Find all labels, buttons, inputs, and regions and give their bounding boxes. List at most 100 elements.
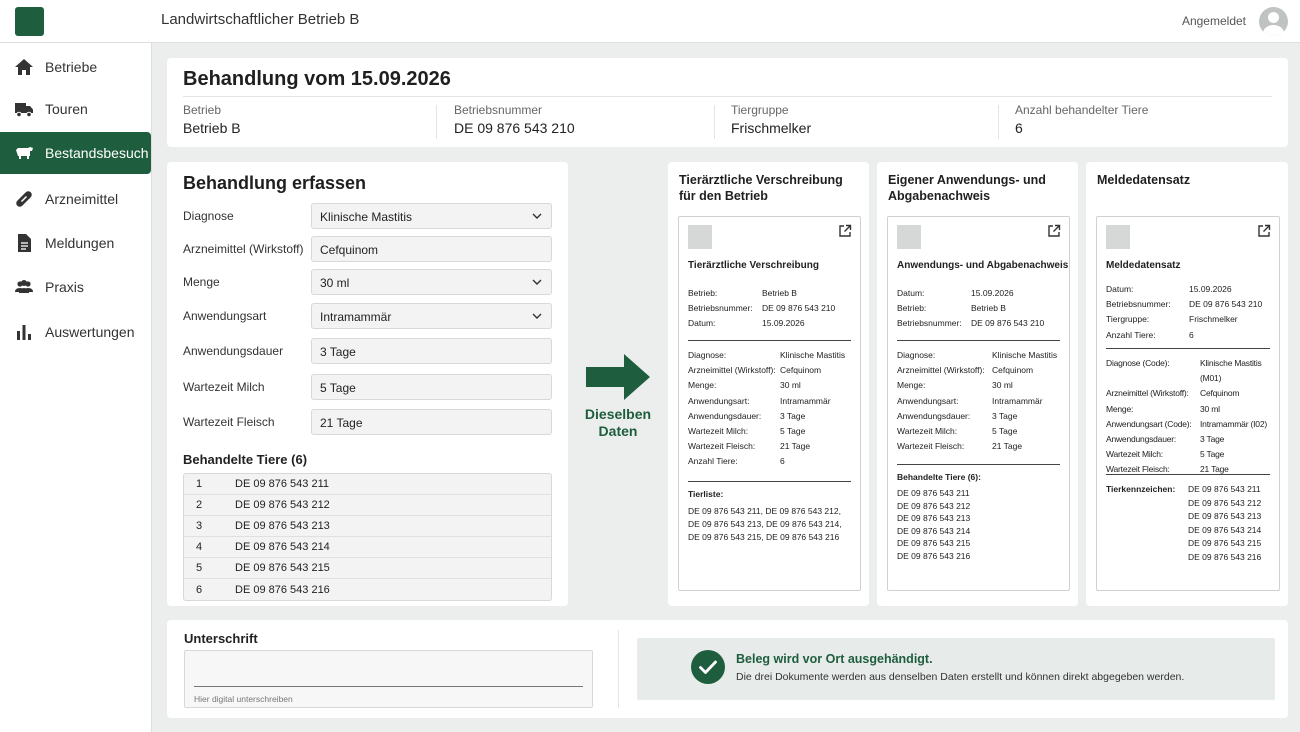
kv-key: Anwendungsart (Code): [1106,418,1192,429]
kv-key: Arzneimittel (Wirkstoff): [897,365,985,376]
doc-card-title: Tierärztliche Verschreibung für den Betr… [679,173,843,203]
diagnose-select[interactable]: Klinische Mastitis [311,203,552,229]
kv-key: Diagnose (Code): [1106,358,1170,368]
anwendungsdauer-input[interactable]: 3 Tage [311,338,552,364]
wartezeit-fleisch-input[interactable]: 21 Tage [311,409,552,435]
signature-pad[interactable]: Hier digital unterschreiben [184,650,593,708]
input-value: 21 Tage [320,416,363,430]
animal-id: DE 09 876 543 216 [235,583,330,596]
kv-key: Anzahl Tiere: [1106,329,1156,340]
app-logo[interactable] [15,7,44,36]
doc-list-title: Tierliste: [688,489,724,499]
cow-icon [16,147,33,159]
field-label: Wartezeit Fleisch [183,415,275,429]
kv-value: 6 [1189,329,1194,340]
field-arzneimittel: Arzneimittel (Wirkstoff) Cefquinom [183,236,553,262]
kv-key: Wartezeit Fleisch: [1106,464,1170,475]
list-line: DE 09 876 543 216 [1188,551,1262,562]
doc-head: Datum: 15.09.2026 Betrieb: Betrieb B Betri… [897,286,1065,332]
kv-key: Wartezeit Milch: [1106,449,1163,460]
home-icon [15,59,33,75]
field-wartezeit-fleisch: Wartezeit Fleisch 21 Tage [183,409,553,435]
field-label: Menge [183,275,220,289]
open-external-icon[interactable] [838,224,852,238]
table-row[interactable]: 2 DE 09 876 543 212 [184,495,551,516]
table-row[interactable]: 6 DE 09 876 543 216 [184,579,551,600]
meta-label: Tiergruppe [731,103,789,117]
arrow-label-line: Dieselben [584,406,652,422]
treatment-form: Behandlung erfassen Diagnose Klinische M… [167,162,568,606]
divider [998,105,999,139]
doc-preview[interactable]: Tierärztliche Verschreibung Betrieb: Betr… [678,216,861,591]
kv-key: Anwendungsart: [688,395,750,406]
open-external-icon[interactable] [1047,224,1061,238]
sidebar-item-betriebe[interactable]: Betriebe [0,46,151,88]
sidebar: Betriebe Touren Bestandsbesuch Arzneimit… [0,43,152,732]
kv-value: DE 09 876 543 210 [971,318,1045,329]
input-value: Cefquinom [320,243,379,257]
list-line: DE 09 876 543 211, DE 09 876 543 212, [688,506,841,516]
doc-card-meldedatensatz: Meldedatensatz Meldedatensatz Datum: 15.0… [1086,162,1288,606]
sidebar-item-praxis[interactable]: Praxis [0,266,151,308]
doc-body: Diagnose: Klinische Mastitis Arzneimittel… [897,348,1065,454]
doc-preview[interactable]: Anwendungs- und Abgabenachweis Datum: 15.… [887,216,1070,591]
kv-value: 30 ml [780,380,801,391]
divider [897,464,1060,465]
animals-table: 1 DE 09 876 543 211 2 DE 09 876 543 212 3 D… [183,473,552,601]
divider [688,481,851,482]
kv-key: Arzneimittel (Wirkstoff): [1106,388,1189,399]
animal-id: DE 09 876 543 215 [235,562,330,574]
sidebar-item-auswertungen[interactable]: Auswertungen [0,311,151,353]
doc-title: Anwendungs- und Abgabenachweis [897,260,1069,271]
sidebar-item-meldungen[interactable]: Meldungen [0,222,151,264]
arzneimittel-input[interactable]: Cefquinom [311,236,552,262]
signature-section: Unterschrift Hier digital unterschreiben… [167,620,1288,718]
wartezeit-milch-input[interactable]: 5 Tage [311,374,552,400]
row-number: 3 [196,520,203,532]
page-title: Behandlung vom 15.09.2026 [183,68,451,90]
sidebar-item-bestandsbesuch[interactable]: Bestandsbesuch [0,132,151,174]
kv-value: Cefquinom [780,365,822,376]
signature-hint: Hier digital unterschreiben [194,694,293,704]
people-icon [15,280,33,293]
divider [1106,348,1270,349]
kv-value: 15.09.2026 [762,318,805,329]
meta-value: Betrieb B [183,120,241,136]
avatar[interactable] [1259,7,1288,36]
select-value: Klinische Mastitis [320,210,413,224]
table-row[interactable]: 3 DE 09 876 543 213 [184,516,551,537]
open-external-icon[interactable] [1257,224,1271,238]
table-row[interactable]: 5 DE 09 876 543 215 [184,558,551,579]
sidebar-item-label: Bestandsbesuch [45,145,149,161]
kv-key: Wartezeit Milch: [897,426,958,437]
field-label: Anwendungsdauer [183,344,284,358]
sidebar-item-label: Arzneimittel [45,191,119,207]
list-line: DE 09 876 543 214 [897,525,971,536]
animals-title: Behandelte Tiere (6) [183,452,308,467]
anwendungsart-select[interactable]: Intramammär [311,303,552,329]
signature-line [194,686,583,687]
row-number: 1 [196,478,203,490]
arrow-label: Dieselben Daten [580,406,656,440]
doc-card-title: Meldedatensatz [1097,173,1191,187]
kv-value: DE 09 876 543 210 [762,303,836,314]
chevron-down-icon [532,313,542,319]
menge-select[interactable]: 30 ml [311,269,552,295]
kv-value: Intramammär (I02) [1200,418,1267,429]
notice-text: Die drei Dokumente werden aus denselben … [736,671,1185,683]
meta-anzahl-tiere: Anzahl behandelter Tiere 6 [1015,103,1148,138]
doc-preview[interactable]: Meldedatensatz Datum: 15.09.2026 Betriebs… [1096,216,1280,591]
list-line: DE 09 876 543 211 [1188,484,1261,494]
kv-key: Datum: [688,318,716,329]
table-row[interactable]: 4 DE 09 876 543 214 [184,537,551,558]
logo-placeholder [897,225,921,249]
sidebar-item-touren[interactable]: Touren [0,88,151,130]
kv-key: Wartezeit Fleisch: [897,441,965,452]
divider [1106,474,1270,475]
kv-value: 3 Tage [992,410,1018,421]
sidebar-item-arzneimittel[interactable]: Arzneimittel [0,178,151,220]
meta-value: DE 09 876 543 210 [454,120,575,136]
field-anwendungsdauer: Anwendungsdauer 3 Tage [183,338,553,364]
kv-value: Cefquinom [992,365,1034,376]
table-row[interactable]: 1 DE 09 876 543 211 [184,474,551,495]
